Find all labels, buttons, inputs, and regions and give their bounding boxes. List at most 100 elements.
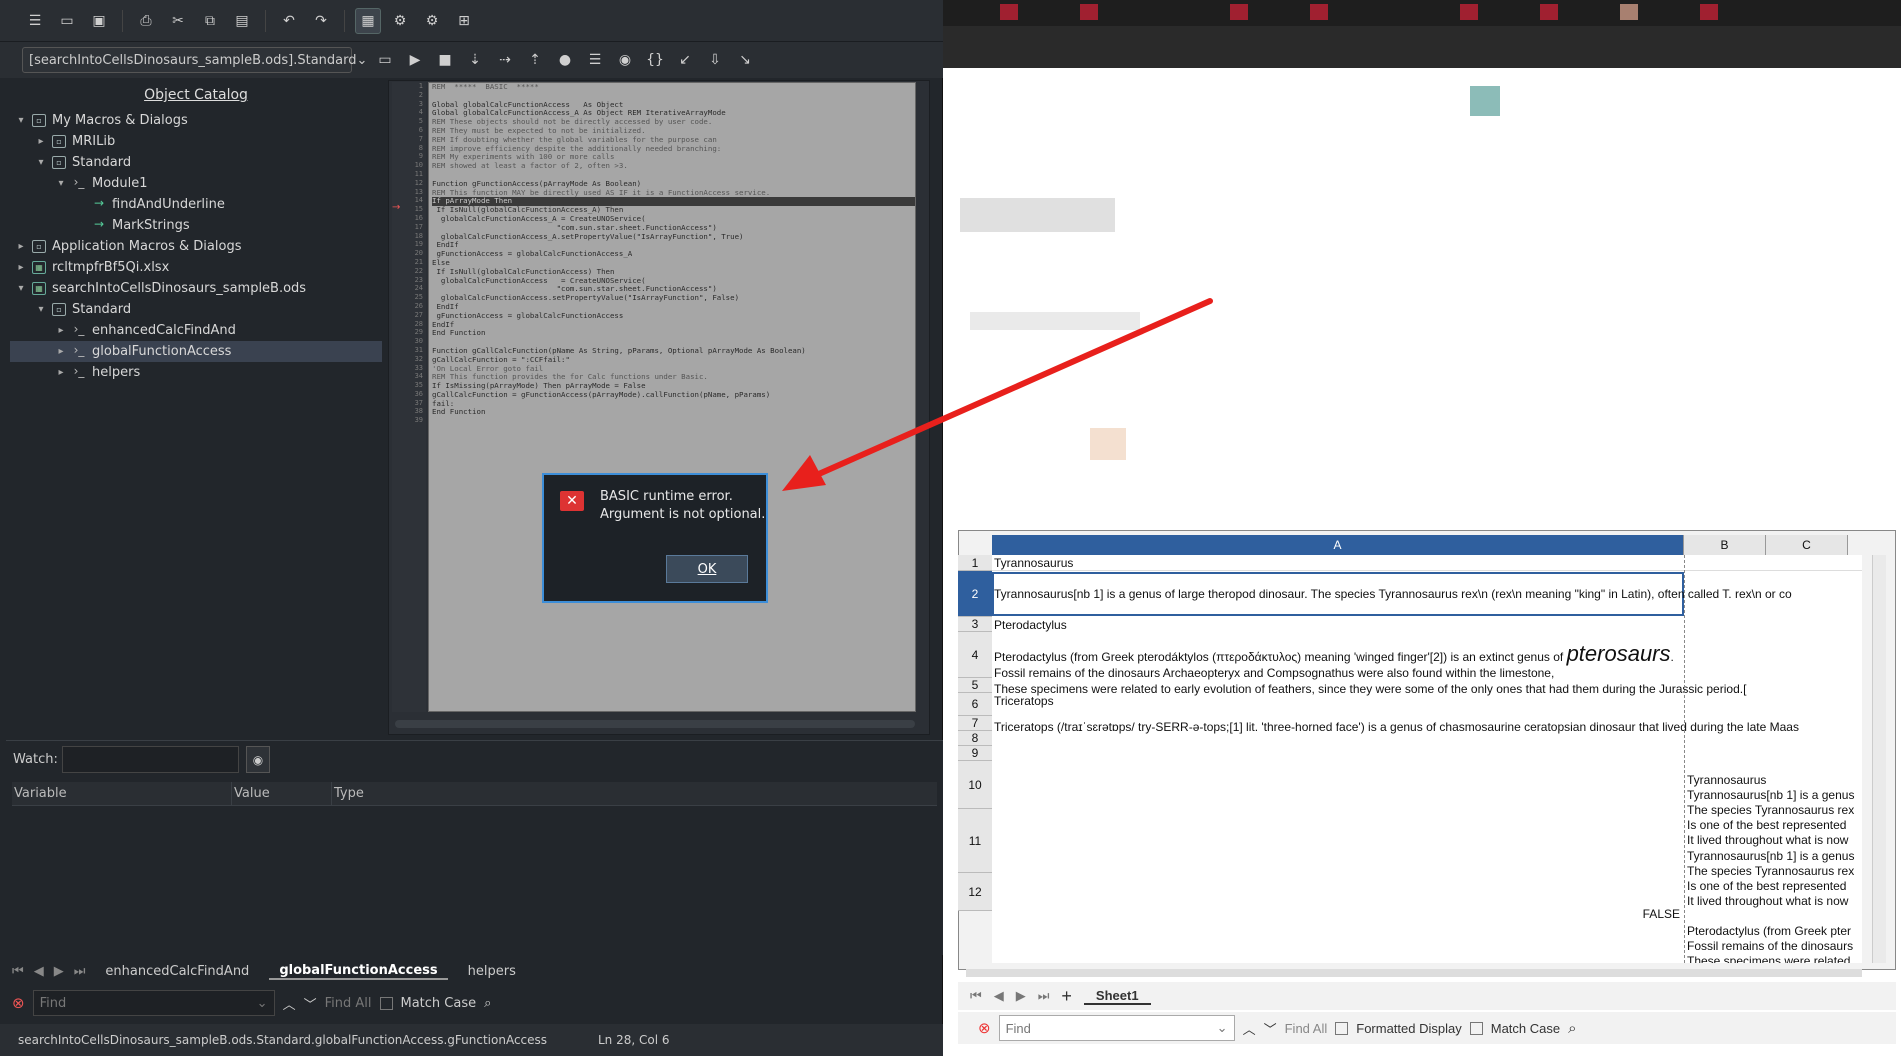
match-case-checkbox[interactable] [379,996,393,1010]
vertical-scrollbar[interactable] [1872,555,1886,963]
expander-icon[interactable]: ▸ [14,262,28,273]
row-header[interactable]: 6 [958,693,992,716]
tree-item[interactable]: ▸ ›_ globalFunctionAccess [10,341,382,362]
expander-icon[interactable]: ▾ [14,283,28,294]
column-variable[interactable]: Variable [12,782,232,805]
brackets-icon[interactable]: {} [642,47,668,73]
add-sheet-icon[interactable]: + [1061,986,1072,1007]
row-header[interactable]: 4 [958,632,992,678]
find-next-icon[interactable]: ﹀ [1264,1019,1277,1038]
tree-item[interactable]: ▾ ▫ Standard [10,299,382,320]
expander-icon[interactable]: ▾ [54,178,68,189]
tab-enhancedcalcfindand[interactable]: enhancedCalcFindAnd [95,964,259,979]
cut-icon[interactable]: ✂ [165,8,191,34]
menu-icon[interactable]: ☰ [22,8,48,34]
expander-icon[interactable]: ▸ [54,346,68,357]
redo-icon[interactable]: ↷ [308,8,334,34]
cell-a1[interactable]: Tyrannosaurus [994,556,1073,571]
find-previous-icon[interactable]: ︿ [283,994,296,1013]
first-sheet-icon[interactable]: ⏮ [970,988,982,1004]
find-all-button[interactable]: Find All [1285,1021,1328,1036]
match-case-checkbox[interactable] [1469,1021,1483,1035]
tree-item[interactable]: ▸ ›_ enhancedCalcFindAnd [10,320,382,341]
row-header[interactable]: 11 [958,809,992,873]
paste-icon[interactable]: ▤ [229,8,255,34]
last-sheet-icon[interactable]: ⏭ [1038,988,1050,1004]
last-tab-icon[interactable]: ⏭ [74,964,86,979]
undo-icon[interactable]: ↶ [276,8,302,34]
tree-item[interactable]: ▸ ▫ MRILib [10,131,382,152]
expander-icon[interactable]: ▸ [34,136,48,147]
run-icon[interactable]: ▶ [402,47,428,73]
tree-item[interactable]: ▾ ›_ Module1 [10,173,382,194]
extension-icon[interactable]: ⊞ [451,8,477,34]
modules-icon[interactable]: ⚙ [419,8,445,34]
tree-item[interactable]: ▸ ›_ helpers [10,362,382,383]
step-out-icon[interactable]: ⇡ [522,47,548,73]
watch-icon[interactable]: ◉ [612,47,638,73]
tree-item[interactable]: ▸ ▫ Application Macros & Dialogs [10,236,382,257]
cell-a4-line1[interactable]: Pterodactylus (from Greek pterodáktylos … [994,641,1862,667]
cell-b10[interactable]: Tyrannosaurus[nb 1] is a genus The speci… [1687,788,1862,848]
calc-find-input[interactable]: Find ⌄ [998,1015,1235,1041]
expander-icon[interactable]: ▾ [34,157,48,168]
column-type[interactable]: Type [332,782,937,805]
editor-scrollbar[interactable] [395,720,915,728]
cell-a5[interactable]: Triceratops [994,694,1054,709]
row-header[interactable]: 8 [958,731,992,746]
cell-a2[interactable]: Tyrannosaurus[nb 1] is a genus of large … [994,587,1862,602]
prev-sheet-icon[interactable]: ◀ [994,988,1004,1004]
cell-b11[interactable]: Tyrannosaurus[nb 1] is a genus The speci… [1687,849,1862,909]
close-find-icon[interactable]: ⊗ [12,994,25,1012]
column-value[interactable]: Value [232,782,332,805]
library-select[interactable]: [searchIntoCellsDinosaurs_sampleB.ods].S… [22,47,367,73]
expander-icon[interactable]: ▸ [54,367,68,378]
find-next-icon[interactable]: ﹀ [304,994,317,1013]
next-tab-icon[interactable]: ▶ [54,964,64,979]
copy-icon[interactable]: ⧉ [197,8,223,34]
tree-item[interactable]: ▸ ▦ rcltmpfrBf5Qi.xlsx [10,257,382,278]
tab-globalfunctionaccess[interactable]: globalFunctionAccess [269,963,448,980]
row-header[interactable]: 1 [958,555,992,571]
macros-icon[interactable]: ⚙ [387,8,413,34]
import-dialog-icon[interactable]: ↘ [732,47,758,73]
tree-item[interactable]: ▾ ▫ My Macros & Dialogs [10,110,382,131]
row-header[interactable]: 12 [958,873,992,911]
cell-a6[interactable]: Triceratops (/traɪˈsɛrətɒps/ try-SERR-ə-… [994,720,1862,735]
manage-breakpoints-icon[interactable]: ☰ [582,47,608,73]
open-folder-icon[interactable]: ▭ [54,8,80,34]
row-header[interactable]: 5 [958,678,992,693]
cell-b12[interactable]: Pterodactylus (from Greek pter Fossil re… [1687,924,1862,963]
cell-b9[interactable]: Tyrannosaurus [1687,773,1766,788]
eye-icon[interactable]: ◉ [246,746,270,773]
save-icon[interactable]: ▣ [86,8,112,34]
sheet-tab-sheet1[interactable]: Sheet1 [1083,988,1151,1005]
prev-tab-icon[interactable]: ◀ [34,964,44,979]
breakpoint-icon[interactable]: ● [552,47,578,73]
object-catalog-icon[interactable]: ▦ [355,7,381,34]
close-find-icon[interactable]: ⊗ [978,1019,991,1037]
search-icon[interactable]: ⌕ [1568,1020,1576,1037]
horizontal-scrollbar[interactable] [966,969,1862,977]
watch-input[interactable] [62,746,239,773]
ok-button[interactable]: OK [666,555,748,583]
tree-item[interactable]: → MarkStrings [10,215,382,236]
first-tab-icon[interactable]: ⏮ [12,964,24,979]
search-icon[interactable]: ⌕ [484,996,491,1011]
row-header[interactable]: 7 [958,716,992,731]
step-into-icon[interactable]: ⇣ [462,47,488,73]
stop-icon[interactable]: ■ [432,47,458,73]
sheet-grid[interactable]: Tyrannosaurus Tyrannosaurus[nb 1] is a g… [992,555,1862,963]
expander-icon[interactable]: ▸ [54,325,68,336]
formatted-display-checkbox[interactable] [1335,1021,1349,1035]
save-source-icon[interactable]: ⇩ [702,47,728,73]
expander-icon[interactable]: ▾ [34,304,48,315]
expander-icon[interactable]: ▸ [14,241,28,252]
row-header[interactable]: 10 [958,761,992,809]
cell-a3[interactable]: Pterodactylus [994,618,1067,633]
cell-a11[interactable]: FALSE [1592,907,1680,922]
ide-find-input[interactable]: Find ⌄ [32,990,275,1016]
next-sheet-icon[interactable]: ▶ [1016,988,1026,1004]
tree-item[interactable]: → findAndUnderline [10,194,382,215]
row-header[interactable]: 9 [958,746,992,761]
